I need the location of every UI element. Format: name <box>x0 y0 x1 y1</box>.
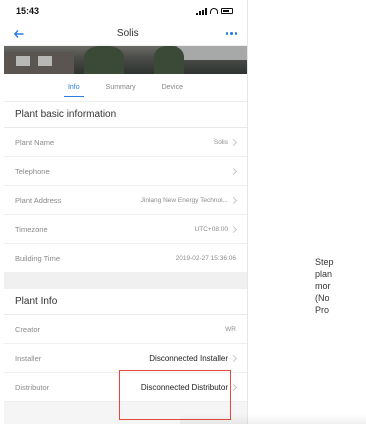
row-label: Timezone <box>15 224 48 234</box>
section-gap <box>4 273 247 289</box>
row-label: Plant Address <box>15 195 62 205</box>
battery-icon <box>221 8 233 14</box>
tab-summary[interactable]: Summary <box>106 78 136 97</box>
basic-info-heading: Plant basic information <box>4 102 247 128</box>
nav-title: Solis <box>116 28 139 39</box>
installer-value: Disconnected Installer <box>149 353 228 363</box>
tab-bar: Info Summary Device <box>4 74 247 102</box>
wifi-icon <box>210 8 218 14</box>
row-label: Creator <box>15 324 41 334</box>
plant-address-row[interactable]: Plant Address Jinlang New Energy Technol… <box>4 186 247 215</box>
status-time: 15:43 <box>16 6 40 16</box>
row-value: 2019-02-27 15:36:06 <box>175 254 236 262</box>
building-time-row: Building Time 2019-02-27 15:36:06 <box>4 244 247 273</box>
instruction-text: Step plan mor (No Pro <box>315 256 334 316</box>
row-label: Plant Name <box>15 137 55 147</box>
chevron-right-icon <box>229 225 238 233</box>
page-shadow <box>180 414 366 424</box>
chevron-right-icon <box>229 196 238 204</box>
telephone-row[interactable]: Telephone <box>4 157 247 186</box>
phone-screen: 15:43 Solis Info Summary Device Plant ba… <box>4 0 248 424</box>
nav-bar: Solis <box>4 22 247 46</box>
row-label: Building Time <box>15 253 61 263</box>
instruction-line: plan <box>315 269 333 279</box>
highlight-box <box>119 370 231 420</box>
row-label: Telephone <box>15 166 50 176</box>
installer-row[interactable]: Installer Disconnected Installer <box>4 344 247 373</box>
creator-row: Creator WR <box>4 315 247 344</box>
row-value: Solis <box>213 138 228 146</box>
plant-name-row[interactable]: Plant Name Solis <box>4 128 247 157</box>
instruction-line: (No <box>315 293 330 303</box>
instruction-line: mor <box>315 281 331 291</box>
timezone-row[interactable]: Timezone UTC+08:00 <box>4 215 247 244</box>
status-bar: 15:43 <box>4 0 247 22</box>
row-label: Distributor <box>15 382 50 392</box>
row-label: Installer <box>15 353 42 363</box>
row-value: Jinlang New Energy Technol... <box>140 196 228 204</box>
row-value: UTC+08:00 <box>194 225 228 233</box>
chevron-right-icon <box>229 138 238 146</box>
signal-icon <box>196 7 207 15</box>
chevron-right-icon <box>229 354 238 362</box>
chevron-right-icon <box>229 383 238 391</box>
row-value: WR <box>225 325 236 333</box>
instruction-line: Step <box>315 257 334 267</box>
plant-banner-image <box>4 46 247 74</box>
instruction-line: Pro <box>315 305 330 315</box>
back-arrow-icon[interactable] <box>14 27 30 41</box>
tab-device[interactable]: Device <box>162 78 183 97</box>
more-options-icon[interactable] <box>225 32 237 35</box>
chevron-right-icon <box>229 167 238 175</box>
plant-info-heading: Plant Info <box>4 289 247 315</box>
tab-info[interactable]: Info <box>64 78 84 97</box>
status-icons <box>196 7 233 15</box>
